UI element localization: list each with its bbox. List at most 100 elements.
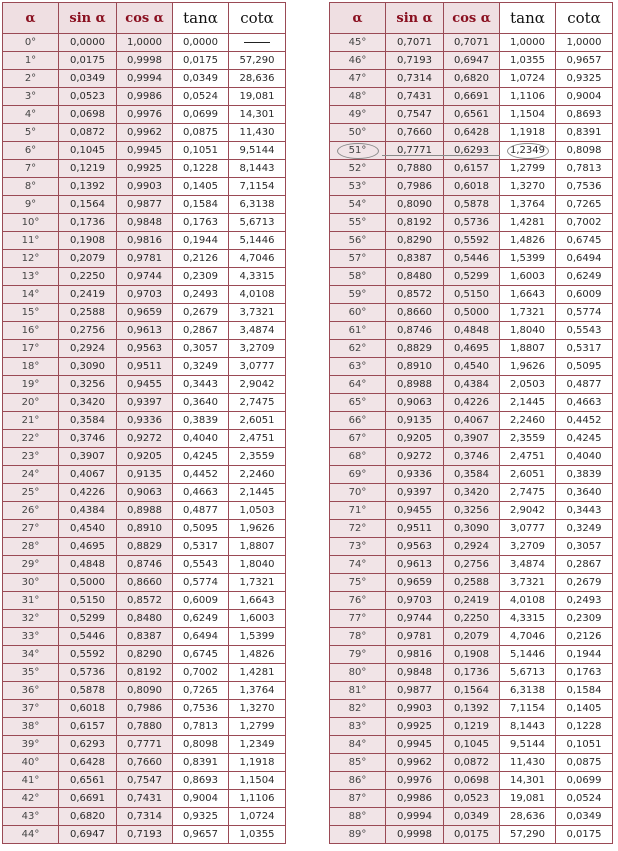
cell-tan: 0,0000 [172, 33, 229, 52]
cell-cot: 4,3315 [228, 267, 286, 286]
table-row: 38° 0,6157 0,7880 0,7813 1,2799 [2, 717, 286, 736]
cell-tan: 0,4877 [172, 501, 229, 520]
table-row: 7° 0,1219 0,9925 0,1228 8,1443 [2, 159, 286, 178]
cell-tan: 1,2799 [499, 159, 556, 178]
cell-cot: 0,5095 [555, 357, 613, 376]
cell-tan: 0,3839 [172, 411, 229, 430]
cell-tan: 3,2709 [499, 537, 556, 556]
cell-cos: 0,4226 [443, 393, 500, 412]
table-row: 40° 0,6428 0,7660 0,8391 1,1918 [2, 753, 286, 772]
cell-angle: 48° [329, 87, 386, 106]
cell-angle: 26° [2, 501, 59, 520]
cell-cos: 0,9455 [116, 375, 173, 394]
cell-cos: 0,5446 [443, 249, 500, 268]
table-row: 55° 0,8192 0,5736 1,4281 0,7002 [329, 213, 613, 232]
table-row: 86° 0,9976 0,0698 14,301 0,0699 [329, 771, 613, 790]
cell-angle: 17° [2, 339, 59, 358]
table-row: 29° 0,4848 0,8746 0,5543 1,8040 [2, 555, 286, 574]
table-header: α sin α cos α tanα cotα [329, 2, 613, 34]
cell-cos: 0,0175 [443, 825, 500, 844]
cell-angle: 62° [329, 339, 386, 358]
cell-sin: 0,3584 [58, 411, 117, 430]
cell-cot: 4,0108 [228, 285, 286, 304]
cell-cos: 0,0349 [443, 807, 500, 826]
cell-sin: 0,9613 [385, 555, 444, 574]
cell-sin: 0,9994 [385, 807, 444, 826]
cell-cot: 0,9325 [555, 69, 613, 88]
cell-cot: 1,0503 [228, 501, 286, 520]
cell-sin: 0,8572 [385, 285, 444, 304]
cell-tan: 0,4245 [172, 447, 229, 466]
table-row: 70° 0,9397 0,3420 2,7475 0,3640 [329, 483, 613, 502]
cell-sin: 0,8290 [385, 231, 444, 250]
cell-angle: 7° [2, 159, 59, 178]
cell-angle: 63° [329, 357, 386, 376]
table-row: 31° 0,5150 0,8572 0,6009 1,6643 [2, 591, 286, 610]
cell-angle: 88° [329, 807, 386, 826]
cell-angle: 32° [2, 609, 59, 628]
cell-cos: 0,6428 [443, 123, 500, 142]
cell-cos: 0,2250 [443, 609, 500, 628]
cell-cot: 7,1154 [228, 177, 286, 196]
cell-cot: 0,0875 [555, 753, 613, 772]
cell-angle: 65° [329, 393, 386, 412]
cell-sin: 0,9976 [385, 771, 444, 790]
cell-cot: 2,3559 [228, 447, 286, 466]
table-row: 32° 0,5299 0,8480 0,6249 1,6003 [2, 609, 286, 628]
cell-sin: 0,6293 [58, 735, 117, 754]
cell-sin: 0,1736 [58, 213, 117, 232]
cell-cot: 0,8693 [555, 105, 613, 124]
cell-tan: 19,081 [499, 789, 556, 808]
table-row: 5° 0,0872 0,9962 0,0875 11,430 [2, 123, 286, 142]
cell-tan: 3,7321 [499, 573, 556, 592]
table-row: 12° 0,2079 0,9781 0,2126 4,7046 [2, 249, 286, 268]
cell-sin: 0,9703 [385, 591, 444, 610]
table-row: 59° 0,8572 0,5150 1,6643 0,6009 [329, 285, 613, 304]
cell-angle: 19° [2, 375, 59, 394]
cell-angle: 75° [329, 573, 386, 592]
cell-cot: 0,2679 [555, 573, 613, 592]
cell-angle: 83° [329, 717, 386, 736]
cell-cos: 0,9903 [116, 177, 173, 196]
cell-cos: 0,9744 [116, 267, 173, 286]
cell-tan: 5,6713 [499, 663, 556, 682]
cell-cos: 0,5878 [443, 195, 500, 214]
cell-cot: 0,3443 [555, 501, 613, 520]
cell-cos: 0,2588 [443, 573, 500, 592]
cell-cos: 0,9848 [116, 213, 173, 232]
cell-sin: 0,8387 [385, 249, 444, 268]
cell-cot: 0,9657 [555, 51, 613, 70]
cell-cos: 0,2419 [443, 591, 500, 610]
table-row: 8° 0,1392 0,9903 0,1405 7,1154 [2, 177, 286, 196]
table-row: 6° 0,1045 0,9945 0,1051 9,5144 [2, 141, 286, 160]
cell-sin: 0,8090 [385, 195, 444, 214]
cell-sin: 0,5150 [58, 591, 117, 610]
cell-sin: 0,1564 [58, 195, 117, 214]
cell-angle: 18° [2, 357, 59, 376]
cell-tan: 0,3443 [172, 375, 229, 394]
table-row: 81° 0,9877 0,1564 6,3138 0,1584 [329, 681, 613, 700]
cell-cos: 0,9336 [116, 411, 173, 430]
cell-cot: 11,430 [228, 123, 286, 142]
cell-angle: 64° [329, 375, 386, 394]
cell-sin: 0,9816 [385, 645, 444, 664]
table-row: 56° 0,8290 0,5592 1,4826 0,6745 [329, 231, 613, 250]
cell-cot: 1,7321 [228, 573, 286, 592]
cell-sin: 0,5446 [58, 627, 117, 646]
cell-angle: 58° [329, 267, 386, 286]
highlight-ring-angle [336, 142, 379, 159]
cell-angle: 69° [329, 465, 386, 484]
cell-cot: 0,4040 [555, 447, 613, 466]
table-row: 19° 0,3256 0,9455 0,3443 2,9042 [2, 375, 286, 394]
table-row: 69° 0,9336 0,3584 2,6051 0,3839 [329, 465, 613, 484]
cell-angle: 1° [2, 51, 59, 70]
table-row: 28° 0,4695 0,8829 0,5317 1,8807 [2, 537, 286, 556]
cell-sin: 0,7660 [385, 123, 444, 142]
header-sin: sin α [58, 2, 117, 34]
cell-sin: 0,9272 [385, 447, 444, 466]
table-row: 88° 0,9994 0,0349 28,636 0,0349 [329, 807, 613, 826]
cell-cos: 0,2079 [443, 627, 500, 646]
cell-cot: 0,0175 [555, 825, 613, 844]
cell-cos: 0,6018 [443, 177, 500, 196]
cell-cot: 0,1405 [555, 699, 613, 718]
